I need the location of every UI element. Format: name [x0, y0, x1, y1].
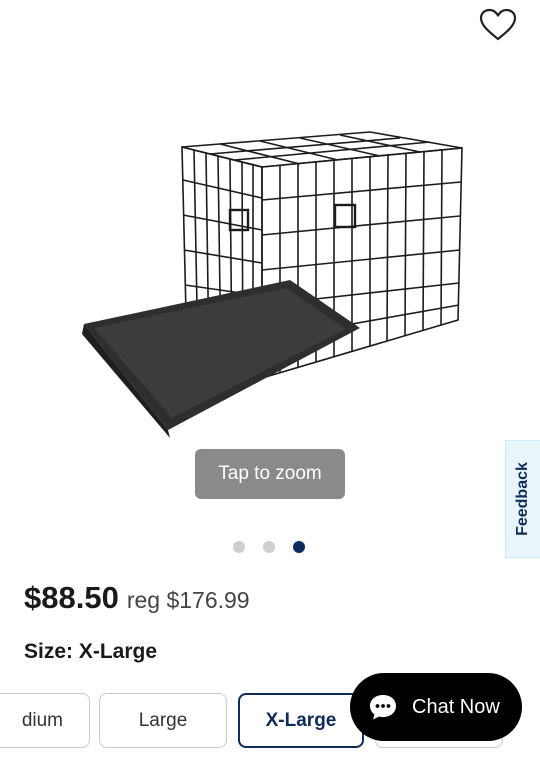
chat-now-label: Chat Now	[412, 695, 500, 718]
image-carousel-dots	[233, 541, 305, 553]
carousel-dot-active[interactable]	[293, 541, 305, 553]
feedback-tab[interactable]: Feedback	[505, 440, 540, 558]
price-row: $88.50 reg $176.99	[24, 580, 250, 616]
size-option-label: Large	[138, 709, 188, 731]
size-option-label: X-Large	[265, 709, 337, 731]
heart-icon	[479, 8, 517, 41]
sale-price: $88.50	[24, 580, 119, 615]
size-option-medium[interactable]: dium	[0, 693, 90, 748]
size-selection-label: Size: X-Large	[24, 640, 158, 663]
carousel-dot[interactable]	[263, 541, 275, 553]
regular-price: reg $176.99	[126, 587, 250, 613]
tap-to-zoom-button[interactable]: Tap to zoom	[195, 449, 345, 499]
favorite-button[interactable]	[478, 5, 518, 45]
chat-bubble-icon	[370, 695, 396, 720]
size-option-label: dium	[21, 709, 63, 731]
tap-to-zoom-label: Tap to zoom	[218, 463, 322, 484]
size-option-x-large[interactable]: X-Large	[238, 693, 364, 748]
feedback-label: Feedback	[514, 462, 531, 536]
carousel-dot[interactable]	[233, 541, 245, 553]
crate-tray	[82, 280, 360, 438]
size-option-large[interactable]: Large	[99, 693, 227, 748]
chat-now-button[interactable]: Chat Now	[350, 673, 522, 741]
product-image[interactable]	[70, 120, 480, 440]
